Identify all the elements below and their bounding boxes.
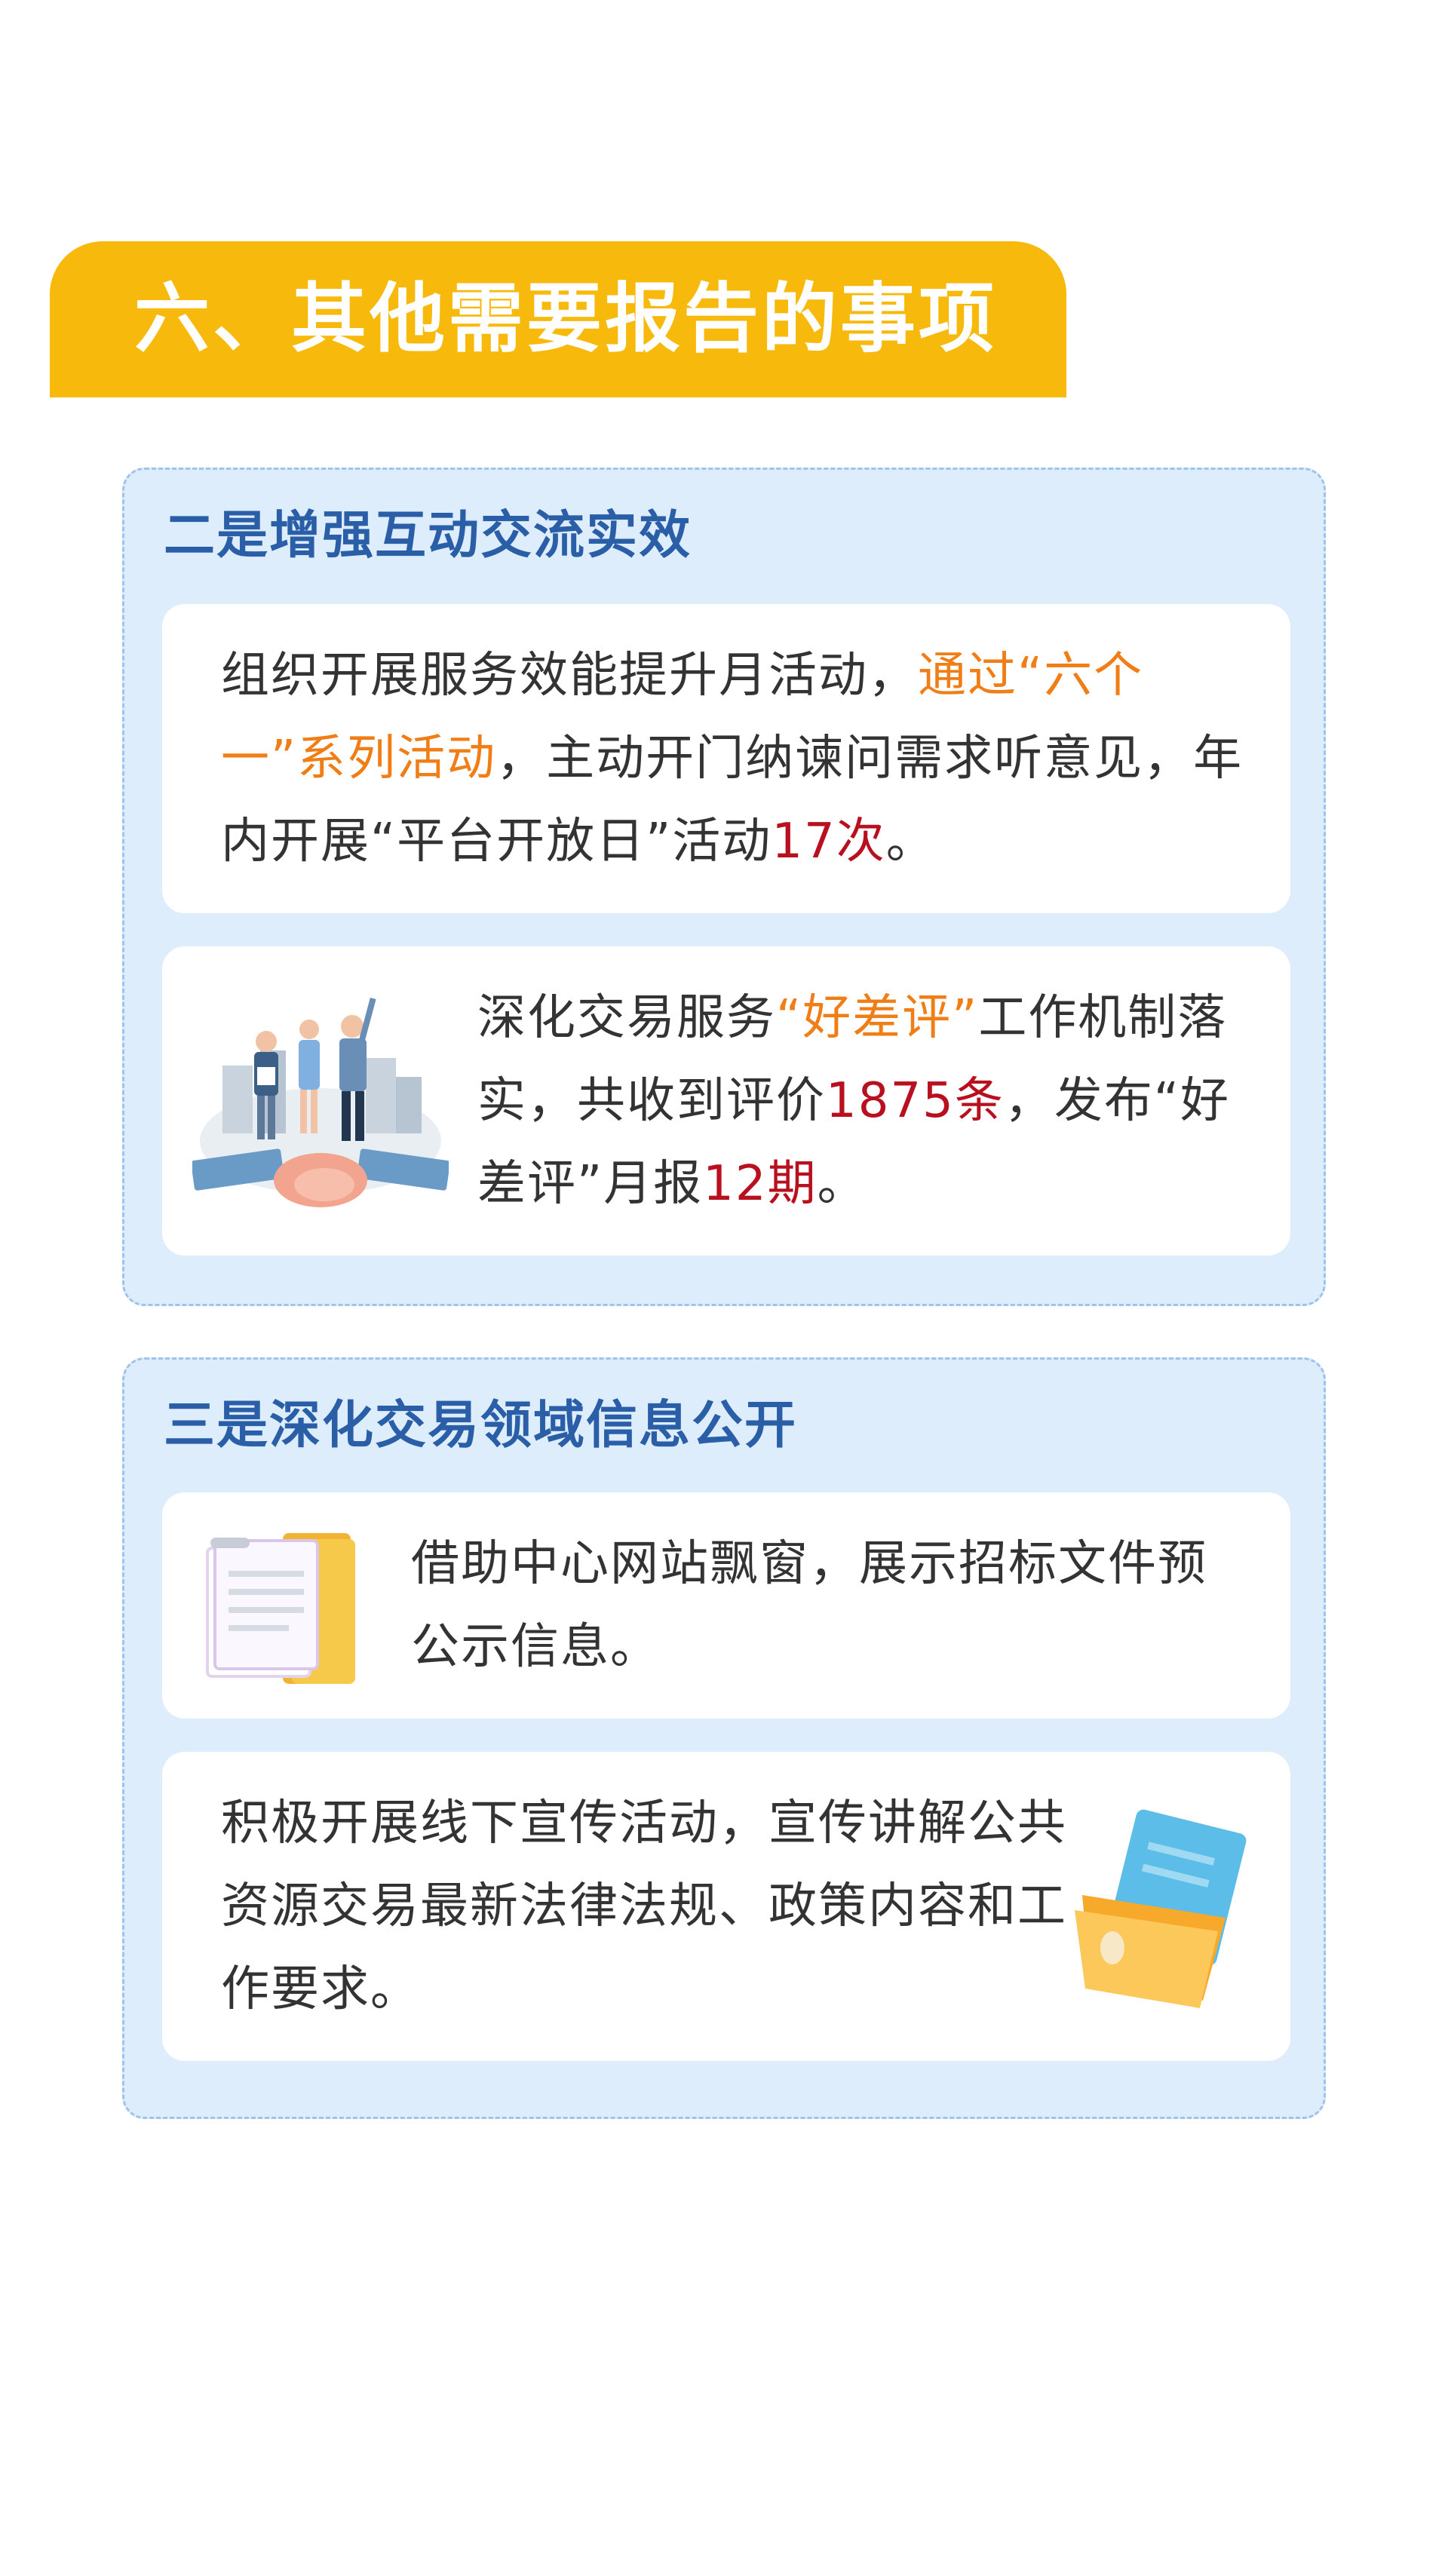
document-folder-illustration bbox=[206, 1533, 355, 1684]
text-segment: 。 bbox=[885, 814, 936, 869]
panel-title: 三是深化交易领域信息公开 bbox=[164, 1396, 798, 1455]
section-title: 六、其他需要报告的事项 bbox=[134, 274, 997, 363]
text-segment: 借助中心网站飘窗，展示招标文件预公示信息。 bbox=[411, 1536, 1207, 1675]
card-text: 组织开展服务效能提升月活动，通过“六个一”系列活动，主动开门纳谏问需求听意见，年… bbox=[221, 634, 1247, 883]
text-segment: 组织开展服务效能提升月活动， bbox=[221, 648, 918, 704]
text-segment: 深化交易服务 bbox=[477, 990, 776, 1046]
panel-title: 二是增强互动交流实效 bbox=[164, 506, 692, 566]
open-folder-illustration bbox=[1075, 1809, 1247, 2008]
highlight-number: 17次 bbox=[772, 814, 886, 869]
card-text: 积极开展线下宣传活动，宣传讲解公共资源交易最新法律法规、政策内容和工作要求。 bbox=[221, 1782, 1081, 2031]
panel-interaction: 二是增强互动交流实效 组织开展服务效能提升月活动，通过“六个一”系列活动，主动开… bbox=[122, 468, 1326, 1306]
text-segment: 。 bbox=[817, 1156, 867, 1212]
highlight-number: 1875条 bbox=[826, 1073, 1005, 1129]
highlight-text: “好差评” bbox=[776, 990, 979, 1046]
info-card-good-bad-review: 深化交易服务“好差评”工作机制落实，共收到评价1875条，发布“好差评”月报12… bbox=[162, 946, 1290, 1256]
panel-info-disclosure: 三是深化交易领域信息公开 借助中心网站飘窗，展示招标文件预公示信息。 积极开展线… bbox=[122, 1357, 1326, 2119]
highlight-number: 12期 bbox=[703, 1156, 818, 1212]
section-banner: 六、其他需要报告的事项 bbox=[50, 241, 1066, 397]
people-handshake-illustration bbox=[192, 997, 449, 1207]
card-text: 深化交易服务“好差评”工作机制落实，共收到评价1875条，发布“好差评”月报12… bbox=[477, 977, 1262, 1225]
card-text: 借助中心网站飘窗，展示招标文件预公示信息。 bbox=[411, 1523, 1256, 1688]
text-segment: 积极开展线下宣传活动，宣传讲解公共资源交易最新法律法规、政策内容和工作要求。 bbox=[221, 1796, 1067, 2017]
info-card-offline-promotion: 积极开展线下宣传活动，宣传讲解公共资源交易最新法律法规、政策内容和工作要求。 bbox=[162, 1752, 1290, 2061]
info-card-service-month: 组织开展服务效能提升月活动，通过“六个一”系列活动，主动开门纳谏问需求听意见，年… bbox=[162, 604, 1290, 913]
info-card-website-popup: 借助中心网站飘窗，展示招标文件预公示信息。 bbox=[162, 1492, 1290, 1719]
